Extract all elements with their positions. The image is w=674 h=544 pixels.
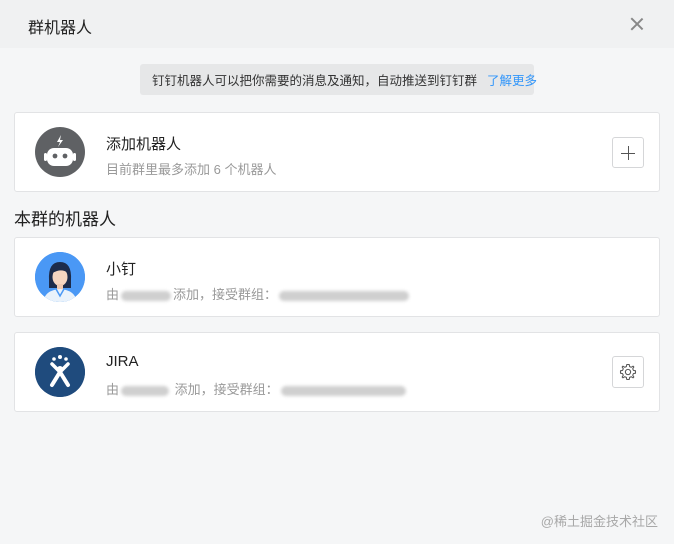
add-robot-card: 添加机器人 目前群里最多添加 6 个机器人	[14, 112, 660, 192]
watermark: @稀土掘金技术社区	[540, 514, 658, 529]
robot-settings-button[interactable]	[612, 356, 644, 388]
robot-name: 小钉	[106, 261, 137, 278]
robot-info: 由 添加，接受群组：	[106, 379, 408, 398]
add-robot-subtitle: 目前群里最多添加 6 个机器人	[106, 162, 277, 177]
robot-name: JIRA	[106, 353, 139, 370]
learn-more-link[interactable]: 了解更多	[487, 70, 537, 89]
jira-avatar	[35, 347, 85, 397]
robot-card-jira[interactable]: JIRA 由 添加，接受群组：	[14, 332, 660, 412]
dialog-header: 群机器人	[0, 0, 674, 48]
gear-icon	[619, 363, 637, 381]
robot-icon	[35, 127, 85, 177]
add-robot-button[interactable]	[612, 137, 644, 168]
close-icon[interactable]	[628, 15, 646, 33]
robot-card-xiaoding[interactable]: 小钉 由添加，接受群组：	[14, 237, 660, 317]
notice-text: 钉钉机器人可以把你需要的消息及通知，自动推送到钉钉群	[152, 74, 478, 88]
robot-info: 由添加，接受群组：	[106, 284, 411, 303]
add-robot-title: 添加机器人	[106, 136, 182, 153]
dingtalk-assistant-avatar	[35, 252, 85, 302]
section-title: 本群的机器人	[14, 210, 116, 229]
notice-banner: 钉钉机器人可以把你需要的消息及通知，自动推送到钉钉群 了解更多	[140, 64, 537, 95]
dialog-title: 群机器人	[28, 20, 93, 37]
